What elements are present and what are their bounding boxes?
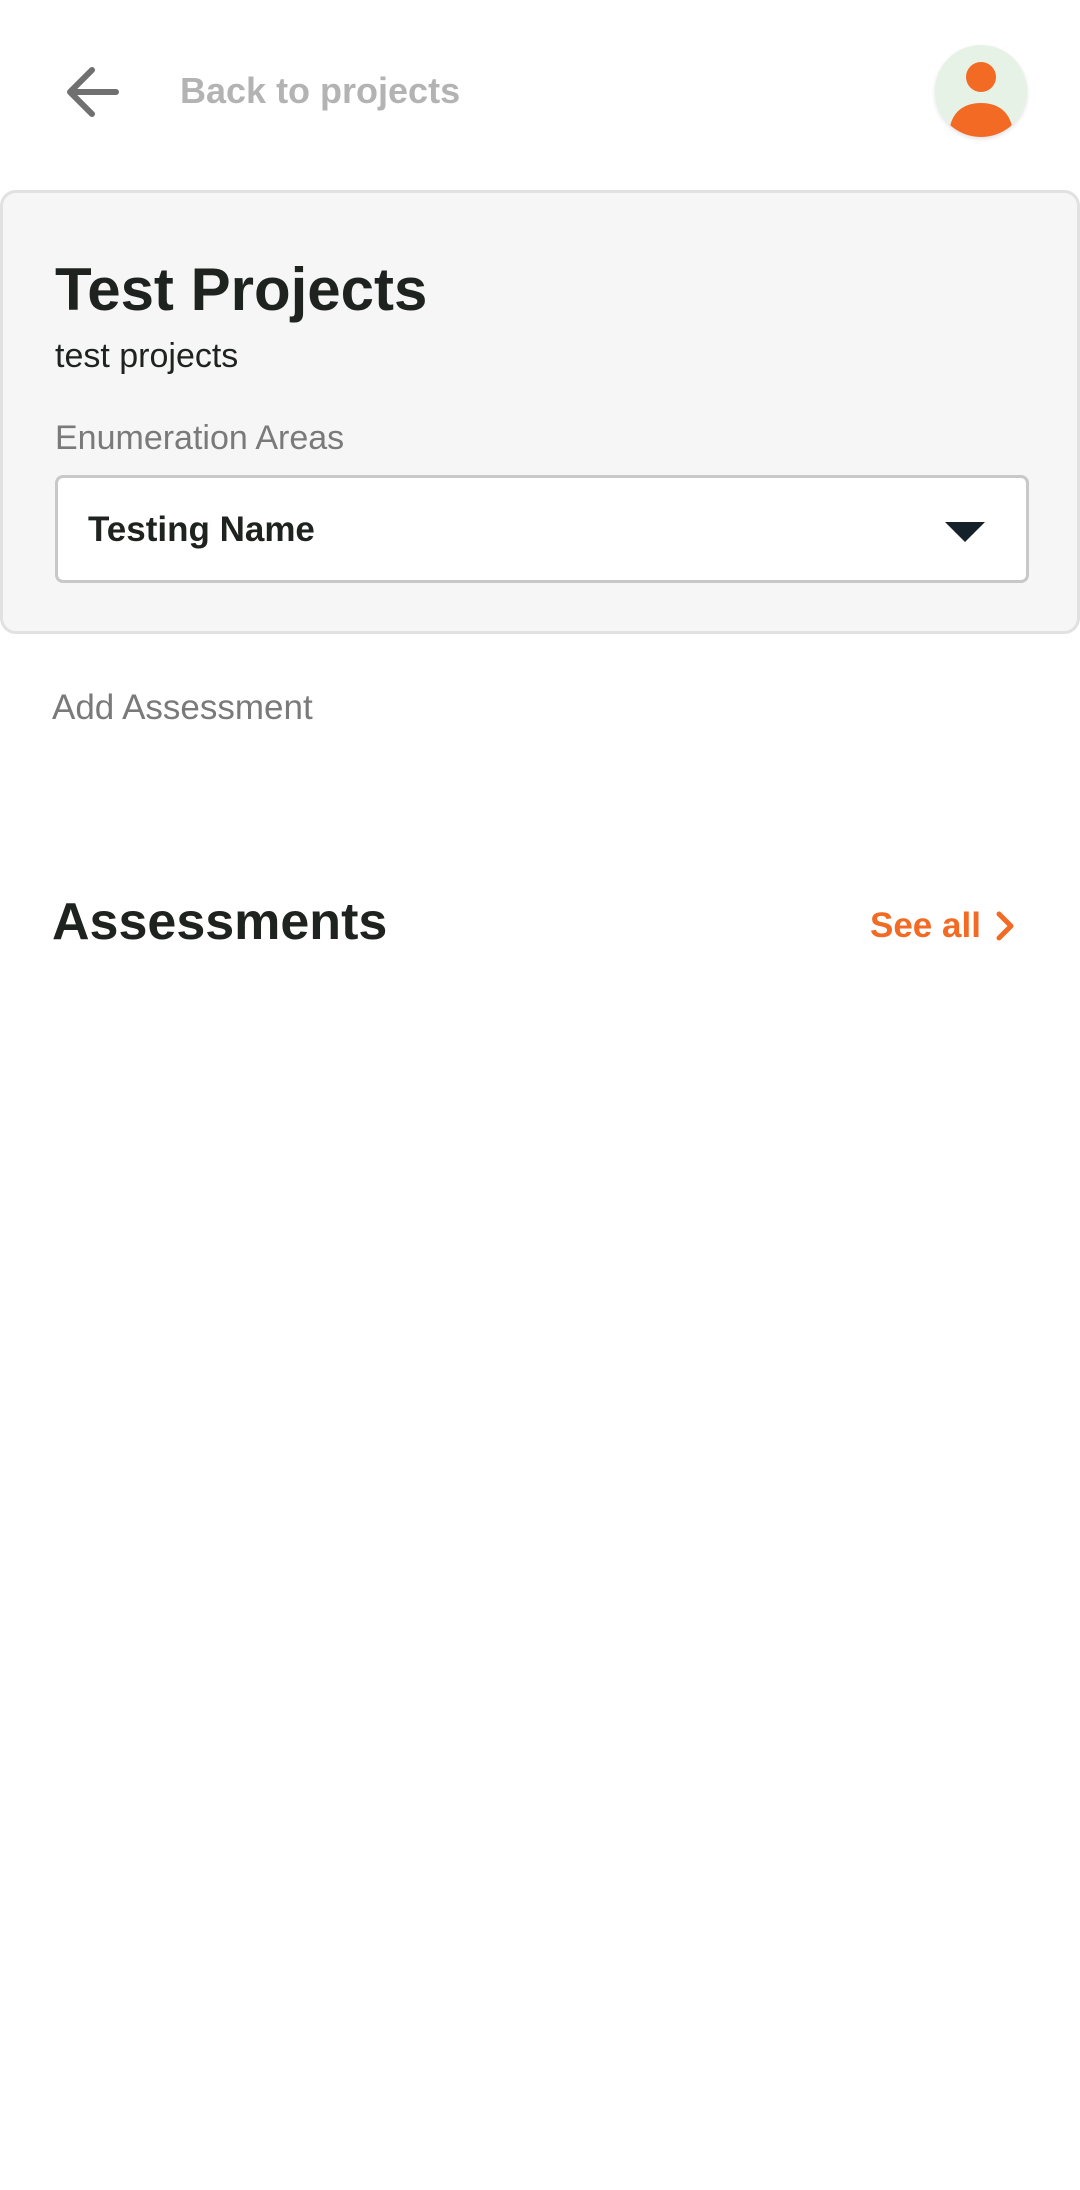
project-subtitle: test projects <box>55 337 239 375</box>
arrow-left-icon <box>67 67 119 117</box>
top-bar: Back to projects <box>0 0 1080 185</box>
see-all-link[interactable]: See all <box>870 902 1015 950</box>
assessments-heading: Assessments <box>52 893 388 951</box>
project-title: Test Projects <box>55 256 428 323</box>
enumeration-area-selected-value: Testing Name <box>88 510 315 549</box>
caret-down-icon <box>945 522 985 542</box>
user-avatar-icon <box>949 62 1013 137</box>
back-button[interactable] <box>52 52 132 132</box>
user-avatar-button[interactable] <box>935 45 1027 137</box>
add-assessment-button[interactable]: Add Assessment <box>52 688 313 728</box>
project-card: Test Projects test projects Enumeration … <box>0 190 1080 634</box>
enumeration-areas-label: Enumeration Areas <box>55 419 345 457</box>
back-to-projects-link[interactable]: Back to projects <box>180 70 460 112</box>
enumeration-area-select[interactable]: Testing Name <box>55 475 1029 583</box>
chevron-right-icon <box>996 911 1014 941</box>
see-all-label: See all <box>870 906 981 945</box>
